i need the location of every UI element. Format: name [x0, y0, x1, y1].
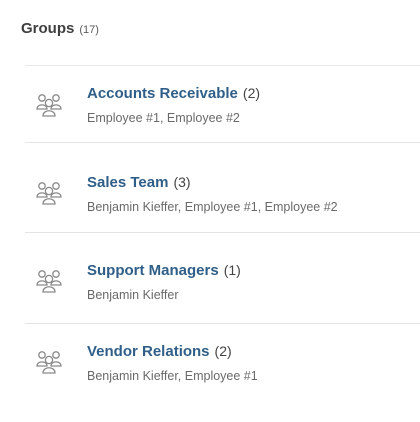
group-member-count: (1)	[223, 262, 241, 278]
list-item: Accounts Receivable (2) Employee #1, Emp…	[25, 65, 420, 142]
group-icon	[34, 346, 64, 376]
group-icon	[34, 89, 64, 119]
page-title: Groups	[21, 20, 75, 37]
group-name-link[interactable]: Accounts Receivable	[87, 85, 238, 102]
group-members: Benjamin Kieffer, Employee #1	[87, 369, 258, 383]
group-name-link[interactable]: Sales Team	[87, 174, 168, 191]
group-members: Benjamin Kieffer, Employee #1, Employee …	[87, 200, 338, 214]
list-item: Support Managers (1) Benjamin Kieffer	[25, 232, 420, 323]
group-icon	[34, 265, 64, 295]
group-member-count: (2)	[214, 343, 232, 359]
group-name-link[interactable]: Support Managers	[87, 262, 219, 279]
groups-count: (17)	[79, 24, 99, 36]
list-item: Sales Team (3) Benjamin Kieffer, Employe…	[25, 142, 420, 232]
group-members: Employee #1, Employee #2	[87, 111, 240, 125]
list-item: Vendor Relations (2) Benjamin Kieffer, E…	[25, 323, 420, 403]
group-name-link[interactable]: Vendor Relations	[87, 343, 210, 360]
group-list: Accounts Receivable (2) Employee #1, Emp…	[25, 65, 420, 403]
groups-header: Groups (17)	[21, 20, 99, 37]
group-member-count: (2)	[242, 85, 261, 101]
group-icon	[34, 177, 64, 207]
group-member-count: (3)	[173, 174, 191, 190]
group-members: Benjamin Kieffer	[87, 288, 179, 302]
